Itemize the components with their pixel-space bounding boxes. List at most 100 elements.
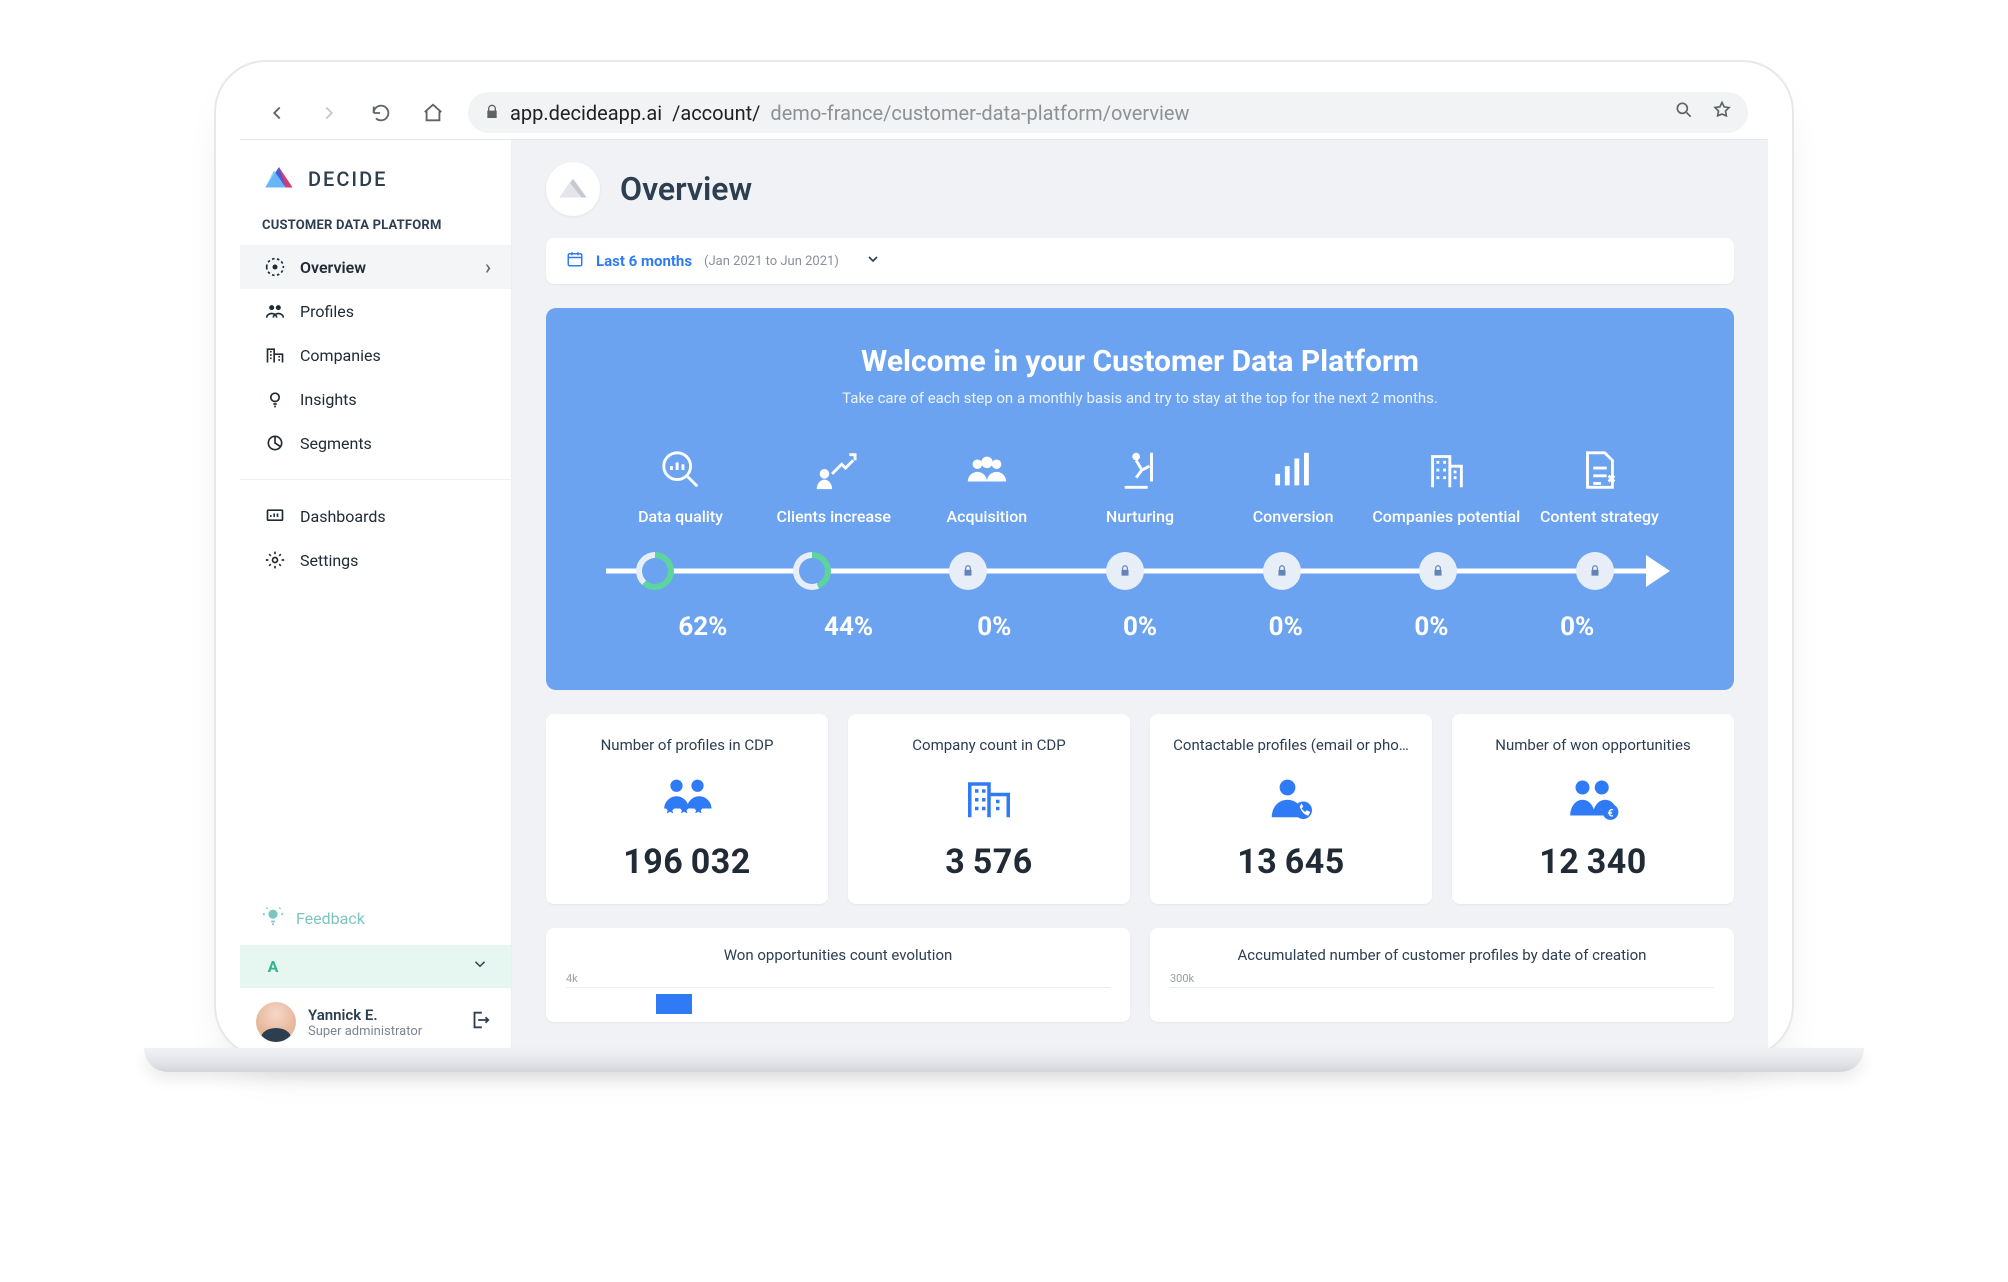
sidebar-item-companies[interactable]: Companies <box>240 333 511 377</box>
kpi-card-contactable[interactable]: Contactable profiles (email or pho… 13 6… <box>1150 714 1432 904</box>
sidebar-item-label: Overview <box>300 258 366 277</box>
step-knob-4[interactable] <box>1106 552 1144 590</box>
date-range-label: Last 6 months <box>596 252 692 270</box>
step-conversion[interactable]: Conversion <box>1217 445 1370 526</box>
step-data-quality[interactable]: Data quality <box>604 445 757 526</box>
welcome-hero: Welcome in your Customer Data Platform T… <box>546 308 1734 690</box>
timeline-arrow-icon <box>1646 555 1670 587</box>
avatar[interactable] <box>256 1002 296 1042</box>
kpi-title: Number of profiles in CDP <box>564 736 810 754</box>
sidebar-item-label: Profiles <box>300 302 354 321</box>
step-percent: 62% <box>630 612 776 642</box>
step-knob-3[interactable] <box>949 552 987 590</box>
chart-bar <box>656 994 692 1014</box>
step-percent: 0% <box>921 612 1067 642</box>
chart-title: Won opportunities count evolution <box>566 946 1110 964</box>
hero-title: Welcome in your Customer Data Platform <box>604 344 1676 379</box>
environment-letter: A <box>262 955 284 977</box>
dashboards-icon <box>264 506 286 526</box>
step-content-strategy[interactable]: Content strategy <box>1523 445 1676 526</box>
chart-y-tick: 4k <box>566 972 1110 985</box>
building-icon <box>1423 445 1469 495</box>
lock-icon <box>484 101 500 125</box>
kpi-title: Number of won opportunities <box>1470 736 1716 754</box>
step-knob-1[interactable] <box>636 552 674 590</box>
star-icon[interactable] <box>1712 100 1732 125</box>
step-percentages: 62% 44% 0% 0% 0% 0% 0% <box>604 612 1676 642</box>
kpi-card-companies[interactable]: Company count in CDP 3 576 <box>848 714 1130 904</box>
chart-won-evolution[interactable]: Won opportunities count evolution 4k <box>546 928 1130 1022</box>
buildings-icon <box>961 772 1017 824</box>
step-knob-7[interactable] <box>1576 552 1614 590</box>
step-knob-6[interactable] <box>1419 552 1457 590</box>
sidebar-item-label: Settings <box>300 551 358 570</box>
step-percent: 0% <box>1504 612 1650 642</box>
kpi-card-profiles[interactable]: Number of profiles in CDP 196 032 <box>546 714 828 904</box>
brand-logo[interactable]: DECIDE <box>240 140 511 214</box>
step-label: Content strategy <box>1540 507 1659 526</box>
chevron-down-icon <box>865 251 881 271</box>
environment-selector[interactable]: A <box>240 945 511 987</box>
growth-person-icon <box>811 445 857 495</box>
back-icon[interactable] <box>260 96 294 130</box>
main-content: Overview Last 6 months (Jan 2021 to Jun … <box>512 140 1768 1056</box>
kpi-title: Contactable profiles (email or pho… <box>1168 736 1414 754</box>
step-percent: 0% <box>1213 612 1359 642</box>
sidebar-item-insights[interactable]: Insights <box>240 377 511 421</box>
kpi-row: Number of profiles in CDP 196 032 Compan… <box>546 714 1734 904</box>
logout-button[interactable] <box>465 1005 495 1039</box>
charts-row: Won opportunities count evolution 4k Acc… <box>546 928 1734 1022</box>
bars-icon <box>1270 445 1316 495</box>
home-icon[interactable] <box>416 96 450 130</box>
sidebar-nav-primary: Overview Profiles Companies <box>240 245 511 465</box>
step-nurturing[interactable]: Nurturing <box>1063 445 1216 526</box>
insights-icon <box>264 389 286 409</box>
user-role: Super administrator <box>308 1024 422 1039</box>
progress-steps: Data quality Clients increase <box>604 445 1676 526</box>
sidebar-item-settings[interactable]: Settings <box>240 538 511 582</box>
date-range-detail: (Jan 2021 to Jun 2021) <box>704 254 839 269</box>
app-shell: DECIDE CUSTOMER DATA PLATFORM Overview <box>240 140 1768 1056</box>
sidebar-item-label: Companies <box>300 346 381 365</box>
step-percent: 0% <box>1067 612 1213 642</box>
profiles-icon <box>264 301 286 321</box>
kpi-value: 13 645 <box>1168 842 1414 882</box>
url-bar[interactable]: app.decideapp.ai /account/ demo-france/c… <box>468 92 1748 133</box>
page-header: Overview <box>512 140 1768 238</box>
sidebar-divider <box>240 479 511 480</box>
step-acquisition[interactable]: Acquisition <box>910 445 1063 526</box>
step-knob-2[interactable] <box>793 552 831 590</box>
kpi-card-won[interactable]: Number of won opportunities € 12 340 <box>1452 714 1734 904</box>
step-companies-potential[interactable]: Companies potential <box>1370 445 1523 526</box>
step-percent: 44% <box>776 612 922 642</box>
chart-y-tick: 300k <box>1170 972 1714 985</box>
sidebar-item-profiles[interactable]: Profiles <box>240 289 511 333</box>
sidebar-item-dashboards[interactable]: Dashboards <box>240 494 511 538</box>
kpi-value: 196 032 <box>564 842 810 882</box>
reload-icon[interactable] <box>364 96 398 130</box>
search-icon[interactable] <box>1674 100 1694 125</box>
sidebar-item-segments[interactable]: Segments <box>240 421 511 465</box>
people-icon <box>964 445 1010 495</box>
feedback-button[interactable]: Feedback <box>240 891 511 945</box>
user-footer: Yannick E. Super administrator <box>240 987 511 1056</box>
url-path-dark: /account/ <box>672 101 760 125</box>
progress-timeline <box>604 548 1676 594</box>
step-label: Nurturing <box>1106 507 1174 526</box>
page-title: Overview <box>620 170 752 208</box>
contact-phone-icon <box>1263 772 1319 824</box>
bulb-icon <box>262 905 284 931</box>
chevron-down-icon <box>471 955 489 977</box>
forward-icon[interactable] <box>312 96 346 130</box>
step-label: Conversion <box>1253 507 1334 526</box>
kpi-value: 12 340 <box>1470 842 1716 882</box>
step-knob-5[interactable] <box>1263 552 1301 590</box>
kpi-title: Company count in CDP <box>866 736 1112 754</box>
date-range-picker[interactable]: Last 6 months (Jan 2021 to Jun 2021) <box>546 238 1734 284</box>
sidebar-item-overview[interactable]: Overview <box>240 245 511 289</box>
hero-subtitle: Take care of each step on a monthly basi… <box>604 389 1676 407</box>
step-clients-increase[interactable]: Clients increase <box>757 445 910 526</box>
sidebar-nav-secondary: Dashboards Settings <box>240 494 511 582</box>
chart-accumulated-profiles[interactable]: Accumulated number of customer profiles … <box>1150 928 1734 1022</box>
sidebar-item-label: Segments <box>300 434 372 453</box>
